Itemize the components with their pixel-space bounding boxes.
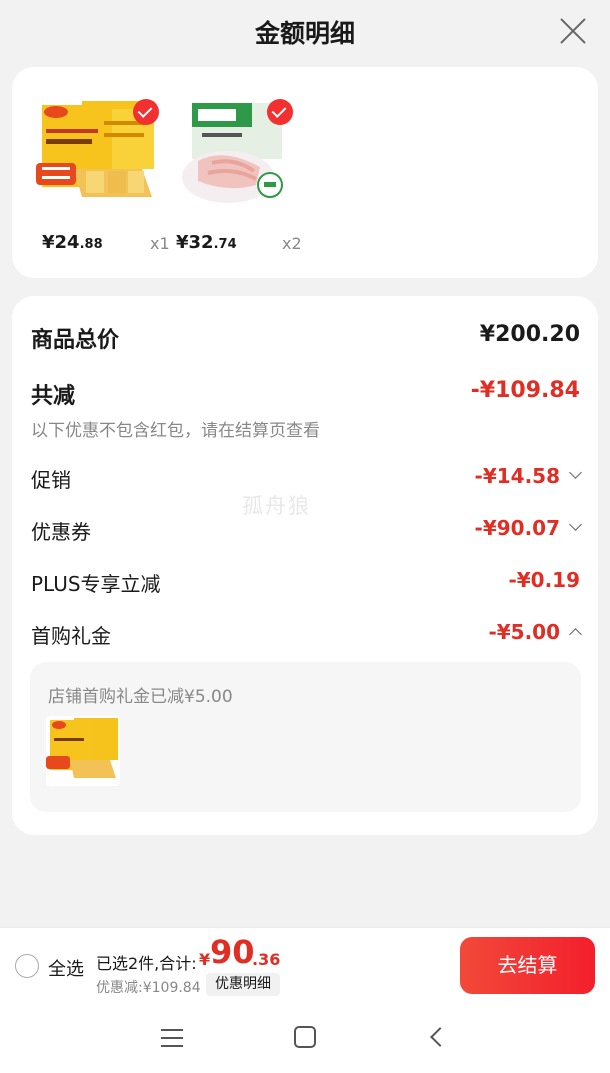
product-item[interactable]: ¥32.74 x2 (168, 87, 308, 262)
menu-icon[interactable] (161, 1029, 183, 1047)
check-icon[interactable] (267, 99, 293, 125)
price-decimal: .74 (213, 237, 237, 252)
price-symbol: ¥ (176, 232, 189, 253)
first-purchase-value: -¥5.00 (488, 620, 560, 644)
first-purchase-gift-box: 店铺首购礼金已减¥5.00 (30, 662, 581, 812)
system-nav-bar (0, 1001, 610, 1073)
price-integer: 32 (188, 232, 214, 253)
promo-value: -¥14.58 (474, 464, 560, 488)
close-icon[interactable] (558, 16, 588, 46)
discount-detail-button[interactable]: 优惠明细 (206, 973, 280, 996)
amount-detail-card: 商品总价 ¥200.20 共减 -¥109.84 以下优惠不包含红包，请在结算页… (12, 296, 598, 835)
product-price: ¥24.88 (42, 232, 103, 253)
price-integer: 24 (54, 232, 80, 253)
product-quantity: x1 (150, 234, 170, 253)
selected-count-text: 已选2件,合计: (96, 954, 197, 973)
page-title: 金额明细 (254, 19, 355, 48)
promo-label: 促销 (31, 468, 71, 492)
chevron-up-icon[interactable] (569, 628, 582, 641)
select-all-radio[interactable] (15, 954, 39, 978)
sum-decimal: .36 (252, 950, 281, 969)
plus-value: -¥0.19 (508, 568, 580, 592)
chevron-down-icon[interactable] (569, 466, 582, 479)
select-all-label[interactable]: 全选 (48, 955, 84, 981)
product-item[interactable]: ¥24.88 x1 (34, 87, 174, 262)
plus-label: PLUS专享立减 (31, 572, 161, 596)
discount-total-text: 优惠减:¥109.84 (96, 980, 201, 996)
chevron-down-icon[interactable] (569, 518, 582, 531)
check-icon[interactable] (133, 99, 159, 125)
gift-product-image (46, 716, 120, 786)
coupon-label: 优惠券 (31, 520, 91, 544)
checkout-button[interactable]: 去结算 (460, 937, 595, 994)
checkout-bar: 全选 已选2件,合计: ¥ 90 .36 优惠减:¥109.84 优惠明细 去结… (0, 927, 610, 1001)
product-quantity: x2 (282, 234, 302, 253)
reduce-label: 共减 (31, 384, 76, 409)
watermark: 孤舟狼 (242, 494, 311, 518)
total-label: 商品总价 (31, 328, 120, 353)
first-purchase-label: 首购礼金 (31, 624, 111, 648)
reduce-value: -¥109.84 (470, 378, 580, 403)
discount-note: 以下优惠不包含红包，请在结算页查看 (31, 421, 320, 441)
product-price: ¥32.74 (176, 232, 237, 253)
back-icon[interactable] (430, 1027, 450, 1047)
products-card: ¥24.88 x1 ¥32.74 x2 (12, 67, 598, 278)
coupon-value: -¥90.07 (474, 516, 560, 540)
header: 金额明细 (0, 0, 610, 62)
gift-note: 店铺首购礼金已减¥5.00 (48, 687, 233, 707)
price-symbol: ¥ (42, 232, 55, 253)
sum-currency-symbol: ¥ (199, 950, 211, 969)
sum-integer: 90 (210, 933, 255, 971)
price-decimal: .88 (79, 237, 103, 252)
home-icon[interactable] (294, 1026, 316, 1048)
total-value: ¥200.20 (479, 322, 580, 347)
